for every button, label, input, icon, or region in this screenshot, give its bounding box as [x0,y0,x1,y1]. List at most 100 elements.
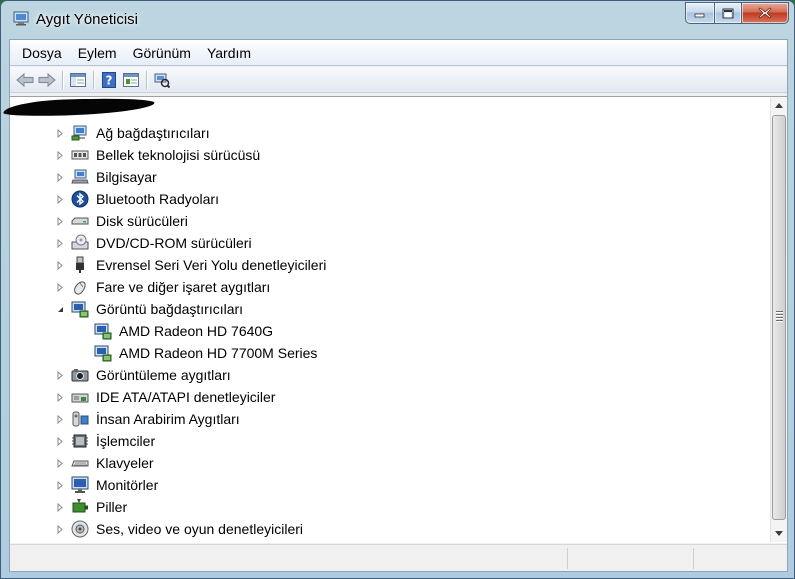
tree-item[interactable]: Görüntüleme aygıtları [10,364,766,386]
show-hide-tree-icon [70,72,86,87]
tree-item-label: Ağ bağdaştırıcıları [96,125,210,141]
tree-item[interactable]: Ses, video ve oyun denetleyicileri [10,518,766,540]
menu-help[interactable]: Yardım [199,41,259,65]
collapsed-arrow-icon[interactable] [55,370,65,380]
tree-item-label: DVD/CD-ROM sürücüleri [96,235,252,251]
vertical-scrollbar[interactable] [770,97,787,542]
collapsed-arrow-icon[interactable] [55,238,65,248]
title-bar[interactable]: Aygıt Yöneticisi [1,1,794,37]
menu-view[interactable]: Görünüm [125,41,199,65]
display-adapter-icon [94,323,112,340]
processor-icon [72,434,88,448]
tree-item-label: Piller [96,499,128,515]
tree-item[interactable]: Görüntü bağdaştırıcıları [10,298,766,320]
toolbar-separator [62,70,63,89]
window-title: Aygıt Yöneticisi [36,11,139,28]
scrollbar-thumb[interactable] [772,115,786,520]
toolbar-separator [146,70,147,89]
device-manager-window: Aygıt Yöneticisi Dosya Eylem Görünüm Yar… [0,0,795,579]
collapsed-arrow-icon[interactable] [55,216,65,226]
expanded-arrow-icon[interactable] [55,304,65,314]
tree-item[interactable]: Monitörler [10,474,766,496]
collapsed-arrow-icon[interactable] [55,458,65,468]
tree-item[interactable]: Disk sürücüleri [10,210,766,232]
collapsed-arrow-icon[interactable] [55,414,65,424]
scroll-down-button[interactable] [771,525,787,542]
show-hide-tree-button[interactable] [67,69,89,91]
collapsed-arrow-icon[interactable] [55,480,65,490]
tree-item-label: Monitörler [96,477,159,493]
toolbar: ? [10,67,787,93]
collapsed-arrow-icon[interactable] [55,260,65,270]
menu-action[interactable]: Eylem [70,41,125,65]
mouse-icon [74,281,86,295]
display-adapter-icon [94,345,112,362]
collapsed-arrow-icon[interactable] [55,502,65,512]
tree-item-label: Görüntüleme aygıtları [96,367,231,383]
ide-controller-icon [71,393,89,403]
menu-file[interactable]: Dosya [14,41,70,65]
tree-item[interactable]: Bilgisayar [10,166,766,188]
minimize-button[interactable] [685,2,715,24]
back-button[interactable] [14,69,36,91]
maximize-button[interactable] [715,2,742,24]
tree-item[interactable]: AMD Radeon HD 7700M Series [10,342,766,364]
tree-root-computer-name-redacted[interactable] [2,96,170,118]
properties-button[interactable] [120,69,142,91]
status-pane-1 [567,548,693,569]
usb-icon [76,256,84,273]
tree-item[interactable]: Bellek teknolojisi sürücüsü [10,144,766,166]
status-pane-2 [693,548,787,569]
tree-item[interactable]: Piller [10,496,766,518]
arrow-up-icon [775,103,783,108]
device-tree-pane[interactable]: Ağ bağdaştırıcıları Bellek teknolojisi sü… [2,96,787,543]
tree-item[interactable]: IDE ATA/ATAPI denetleyiciler [10,386,766,408]
client-area: Dosya Eylem Görünüm Yardım ? Ağ bağdaştı… [2,39,788,572]
collapsed-arrow-icon[interactable] [55,392,65,402]
close-icon [758,7,772,19]
tree-item-label: Bilgisayar [96,169,157,185]
toolbar-separator [93,70,94,89]
tree-item[interactable]: İşlemciler [10,430,766,452]
tree-item[interactable]: Evrensel Seri Veri Yolu denetleyicileri [10,254,766,276]
sound-icon [71,520,89,538]
caption-buttons [685,2,789,24]
tree-item-label: İnsan Arabirim Aygıtları [96,411,240,427]
scan-hardware-icon [154,73,170,88]
collapsed-arrow-icon[interactable] [55,128,65,138]
scan-hardware-button[interactable] [151,69,173,91]
tree-item-label: İşlemciler [96,433,156,449]
collapsed-arrow-icon[interactable] [55,282,65,292]
tree-item[interactable]: AMD Radeon HD 7640G [10,320,766,342]
forward-arrow-icon [38,72,56,87]
tree-item[interactable]: Klavyeler [10,452,766,474]
forward-button[interactable] [36,69,58,91]
status-bar [10,544,787,571]
collapsed-arrow-icon[interactable] [55,524,65,534]
network-adapter-icon [71,125,87,141]
device-tree: Ağ bağdaştırıcıları Bellek teknolojisi sü… [10,122,766,540]
collapsed-arrow-icon[interactable] [55,194,65,204]
properties-icon [123,72,139,87]
tree-item[interactable]: İnsan Arabirim Aygıtları [10,408,766,430]
tree-item[interactable]: Bluetooth Radyoları [10,188,766,210]
scroll-up-button[interactable] [771,97,787,114]
close-button[interactable] [742,2,789,24]
tree-item[interactable]: Ağ bağdaştırıcıları [10,122,766,144]
device-manager-app-icon [13,11,29,26]
scrollbar-grip-icon [776,311,783,323]
imaging-device-icon [71,369,89,382]
arrow-down-icon [775,531,783,536]
collapsed-arrow-icon[interactable] [55,436,65,446]
help-icon: ? [102,71,116,88]
help-button[interactable]: ? [98,69,120,91]
tree-item[interactable]: Fare ve diğer işaret aygıtları [10,276,766,298]
disk-drive-icon [71,217,89,225]
collapsed-arrow-icon[interactable] [55,172,65,182]
maximize-icon [722,8,734,18]
collapsed-arrow-icon[interactable] [55,150,65,160]
battery-icon [72,499,88,513]
tree-item-label: Ses, video ve oyun denetleyicileri [96,521,304,537]
tree-item-label: IDE ATA/ATAPI denetleyiciler [96,389,276,405]
tree-item[interactable]: DVD/CD-ROM sürücüleri [10,232,766,254]
